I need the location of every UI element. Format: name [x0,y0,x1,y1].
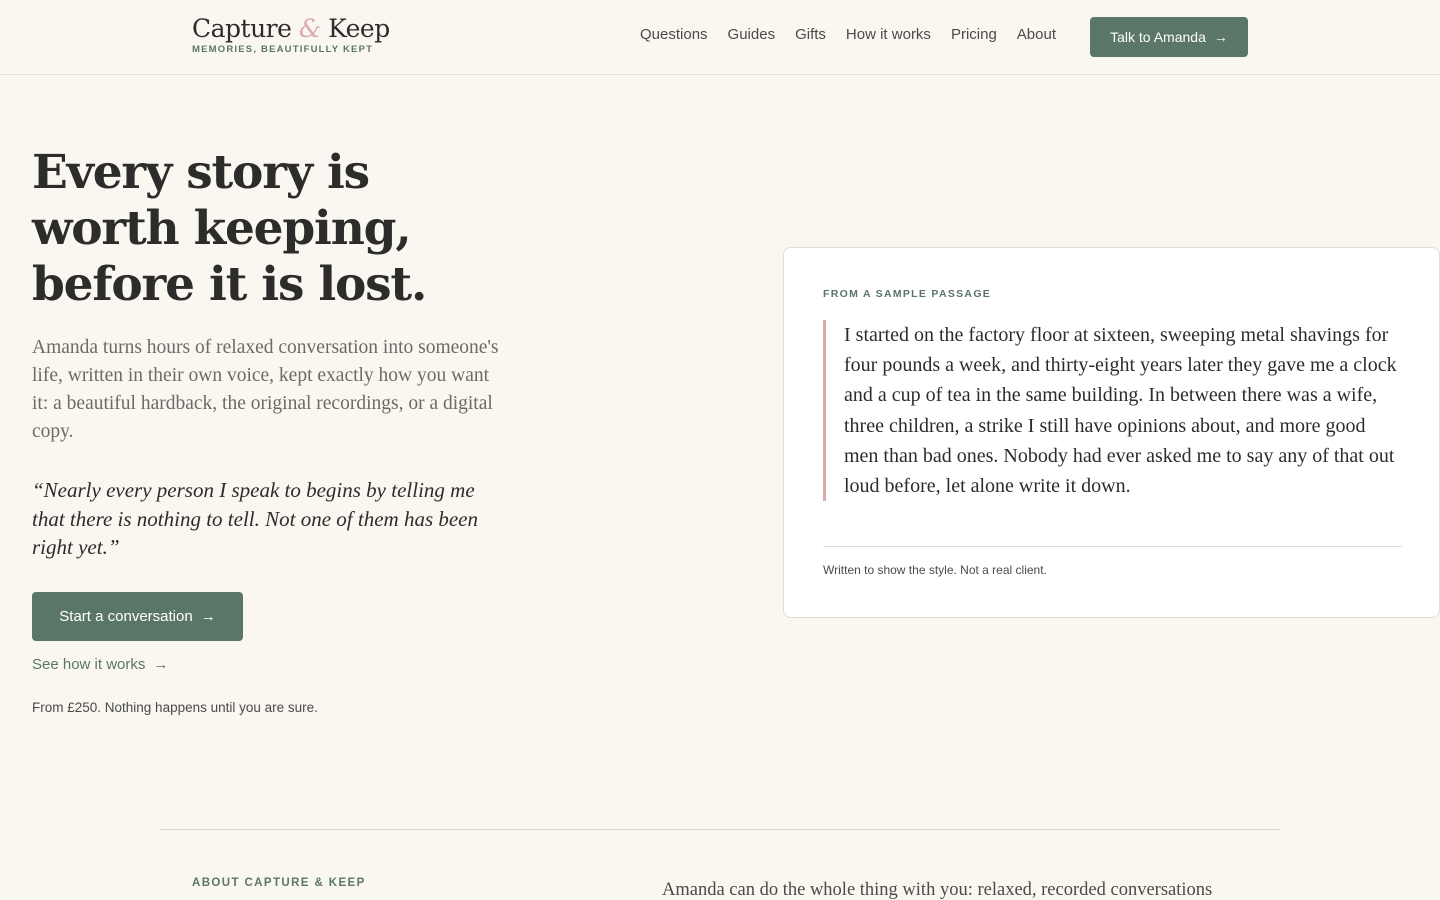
main-nav: Questions Guides Gifts How it works Pric… [640,26,1056,43]
talk-to-amanda-button[interactable]: Talk to Amanda → [1090,17,1248,57]
talk-to-amanda-label: Talk to Amanda [1110,29,1206,45]
see-how-it-works-label: See how it works [32,656,146,673]
hero-title: Every story is worth keeping, before it … [32,145,427,312]
hero-lead: Amanda turns hours of relaxed conversati… [32,337,499,442]
sample-passage-label: FROM A SAMPLE PASSAGE [823,288,992,300]
nav-how-it-works[interactable]: How it works [846,26,931,43]
nav-guides[interactable]: Guides [728,26,776,43]
sample-passage-card: FROM A SAMPLE PASSAGE I started on the f… [783,247,1440,618]
logo-tagline: MEMORIES, BEAUTIFULLY KEPT [192,44,374,55]
start-conversation-label: Start a conversation [59,608,193,625]
nav-about[interactable]: About [1017,26,1056,43]
see-how-it-works-link[interactable]: See how it works → [32,656,168,673]
logo-word-capture: Capture [192,14,292,43]
divider [823,546,1402,547]
arrow-right-icon: → [153,656,169,673]
about-section-text: Amanda can do the whole thing with you: … [662,880,1213,900]
price-note: From £250. Nothing happens until you are… [32,700,318,715]
about-section-label: ABOUT CAPTURE & KEEP [192,877,366,889]
sample-passage-note: Written to show the style. Not a real cl… [823,563,1047,577]
nav-gifts[interactable]: Gifts [795,26,826,43]
section-divider [160,829,1280,830]
site-header: Capture & Keep MEMORIES, BEAUTIFULLY KEP… [0,0,1440,75]
nav-pricing[interactable]: Pricing [951,26,997,43]
sample-passage-quote: I started on the factory floor at sixtee… [823,320,1403,502]
logo-ampersand: & [298,14,321,43]
logo-word-keep: Keep [328,14,390,43]
logo-wordmark: Capture & Keep [192,14,390,43]
arrow-right-icon: → [1213,29,1228,45]
hero-quote: “Nearly every person I speak to begins b… [32,478,479,559]
arrow-right-icon: → [200,608,216,625]
nav-questions[interactable]: Questions [640,26,708,43]
logo[interactable]: Capture & Keep MEMORIES, BEAUTIFULLY KEP… [192,14,390,55]
start-conversation-button[interactable]: Start a conversation → [32,592,243,641]
